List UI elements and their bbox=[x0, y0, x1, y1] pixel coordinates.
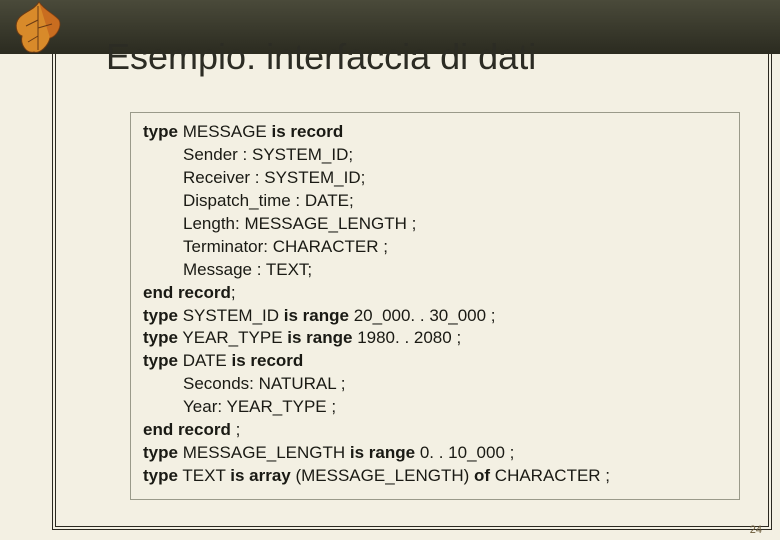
code-text: 20_000. . 30_000 ; bbox=[349, 306, 496, 325]
kw-is-record: is record bbox=[272, 122, 344, 141]
code-text: Seconds: NATURAL ; bbox=[143, 373, 727, 396]
code-text: Terminator: CHARACTER ; bbox=[143, 236, 727, 259]
kw-type: type bbox=[143, 122, 178, 141]
code-text: Message : TEXT; bbox=[143, 259, 727, 282]
code-text: TEXT bbox=[178, 466, 230, 485]
code-text: Length: MESSAGE_LENGTH ; bbox=[143, 213, 727, 236]
kw-type: type bbox=[143, 306, 178, 325]
kw-type: type bbox=[143, 351, 178, 370]
code-text: (MESSAGE_LENGTH) bbox=[291, 466, 474, 485]
kw-is-range: is range bbox=[350, 443, 415, 462]
kw-is-array: is array bbox=[230, 466, 291, 485]
code-text: ; bbox=[231, 420, 240, 439]
slide-title: Esempio: interfaccia di dati bbox=[106, 36, 536, 78]
code-text: MESSAGE bbox=[178, 122, 272, 141]
kw-of: of bbox=[474, 466, 490, 485]
code-text: DATE bbox=[178, 351, 232, 370]
code-text: Dispatch_time : DATE; bbox=[143, 190, 727, 213]
leaf-icon bbox=[4, 0, 74, 66]
kw-type: type bbox=[143, 443, 178, 462]
kw-is-record: is record bbox=[232, 351, 304, 370]
kw-type: type bbox=[143, 466, 178, 485]
code-block: type MESSAGE is record Sender : SYSTEM_I… bbox=[130, 112, 740, 500]
kw-end-record: end record bbox=[143, 420, 231, 439]
code-text: SYSTEM_ID bbox=[178, 306, 284, 325]
code-text: YEAR_TYPE bbox=[178, 328, 287, 347]
code-text: Receiver : SYSTEM_ID; bbox=[143, 167, 727, 190]
code-text: 0. . 10_000 ; bbox=[415, 443, 514, 462]
code-text: 1980. . 2080 ; bbox=[352, 328, 461, 347]
code-text: ; bbox=[231, 283, 236, 302]
code-text: MESSAGE_LENGTH bbox=[178, 443, 350, 462]
code-text: CHARACTER ; bbox=[490, 466, 610, 485]
code-text: Sender : SYSTEM_ID; bbox=[143, 144, 727, 167]
code-text: Year: YEAR_TYPE ; bbox=[143, 396, 727, 419]
page-number: 24 bbox=[750, 524, 762, 536]
kw-type: type bbox=[143, 328, 178, 347]
kw-end-record: end record bbox=[143, 283, 231, 302]
kw-is-range: is range bbox=[287, 328, 352, 347]
kw-is-range: is range bbox=[284, 306, 349, 325]
